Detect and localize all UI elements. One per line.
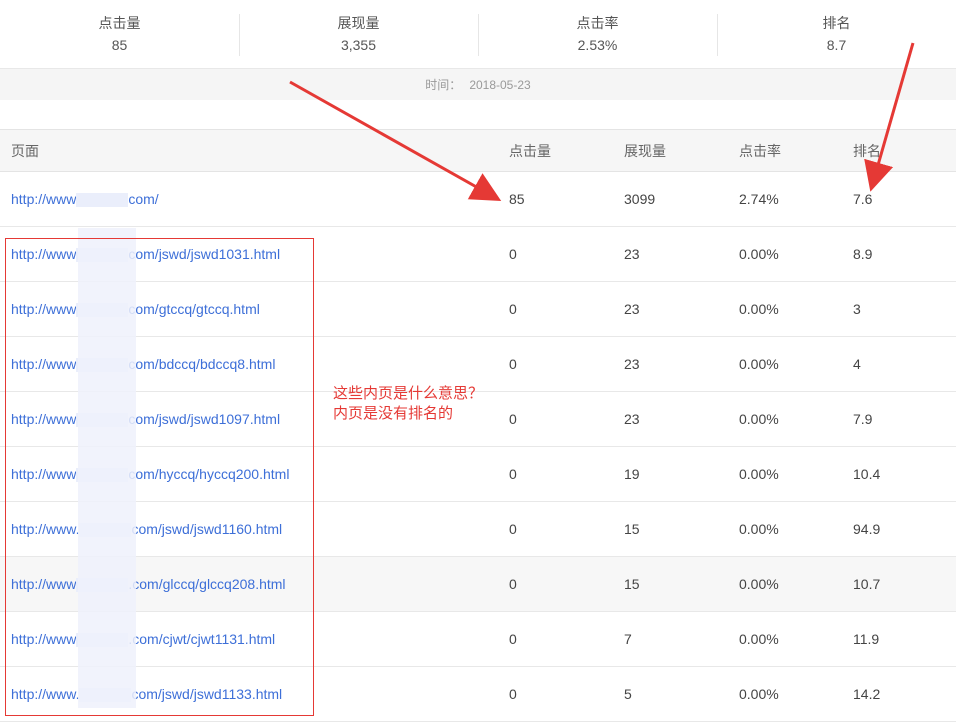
stat-ctr: 点击率 2.53% — [478, 0, 717, 68]
annotation-line-1: 这些内页是什么意思？ — [333, 385, 484, 402]
clicks-cell: 0 — [509, 576, 517, 592]
rank-cell: 3 — [853, 301, 861, 317]
clicks-cell: 0 — [509, 466, 517, 482]
rank-cell: 7.9 — [853, 411, 873, 427]
impressions-cell: 23 — [624, 301, 640, 317]
clicks-cell: 85 — [509, 191, 525, 207]
stat-clicks: 点击量 85 — [0, 0, 239, 68]
annotation-line-2: 内页是没有排名的 — [333, 405, 454, 422]
highlight-box — [5, 238, 314, 716]
table-row: http://www com/85 3099 2.74% 7.6 — [0, 172, 956, 227]
url-prefix: http://www — [11, 190, 77, 207]
clicks-cell: 0 — [509, 686, 517, 702]
header-rank[interactable]: 排名 — [853, 141, 881, 161]
impressions-cell: 15 — [624, 576, 640, 592]
stat-value: 85 — [111, 37, 128, 53]
date-label: 时间： — [425, 78, 462, 92]
ctr-cell: 0.00% — [739, 631, 779, 647]
stat-rank: 排名 8.7 — [717, 0, 956, 68]
stat-impressions: 展现量 3,355 — [239, 0, 478, 68]
impressions-cell: 5 — [624, 686, 632, 702]
stat-value: 3,355 — [340, 37, 377, 53]
table-header: 页面 点击量 展现量 点击率 排名 — [0, 129, 956, 172]
redacted-domain — [76, 193, 129, 208]
ctr-cell: 0.00% — [739, 466, 779, 482]
header-page[interactable]: 页面 — [11, 141, 39, 161]
page-cell: http://www com/ — [11, 190, 159, 208]
summary-stats: 点击量 85 展现量 3,355 点击率 2.53% 排名 8.7 — [0, 0, 956, 68]
rank-cell: 7.6 — [853, 191, 873, 207]
impressions-cell: 19 — [624, 466, 640, 482]
rank-cell: 11.9 — [853, 631, 880, 647]
stat-label: 点击率 — [576, 15, 619, 31]
ctr-cell: 0.00% — [739, 246, 779, 262]
stat-value: 8.7 — [826, 37, 847, 53]
stat-value: 2.53% — [577, 37, 618, 53]
clicks-cell: 0 — [509, 411, 517, 427]
clicks-cell: 0 — [509, 521, 517, 537]
date-value: 2018-05-23 — [469, 77, 531, 92]
rank-cell: 4 — [853, 356, 861, 372]
header-impressions[interactable]: 展现量 — [624, 141, 666, 161]
stat-label: 点击量 — [98, 15, 141, 31]
impressions-cell: 3099 — [624, 191, 656, 207]
page-url-link[interactable]: http://www com/ — [11, 190, 159, 208]
rank-cell: 14.2 — [853, 686, 881, 702]
impressions-cell: 7 — [624, 631, 632, 647]
rank-cell: 10.4 — [853, 466, 881, 482]
impressions-cell: 23 — [624, 246, 640, 262]
ctr-cell: 0.00% — [739, 356, 779, 372]
stat-label: 排名 — [822, 15, 851, 31]
rank-cell: 8.9 — [853, 246, 873, 262]
clicks-cell: 0 — [509, 356, 517, 372]
header-ctr[interactable]: 点击率 — [739, 141, 781, 161]
url-suffix: com/ — [128, 190, 159, 207]
ctr-cell: 0.00% — [739, 521, 779, 537]
impressions-cell: 15 — [624, 521, 640, 537]
ctr-cell: 0.00% — [739, 411, 779, 427]
clicks-cell: 0 — [509, 246, 517, 262]
ctr-cell: 0.00% — [739, 686, 779, 702]
ctr-cell: 0.00% — [739, 576, 779, 592]
clicks-cell: 0 — [509, 301, 517, 317]
rank-cell: 94.9 — [853, 521, 881, 537]
ctr-cell: 2.74% — [739, 191, 779, 207]
date-line: 时间： 2018-05-23 — [0, 68, 956, 100]
impressions-cell: 23 — [624, 356, 640, 372]
impressions-cell: 23 — [624, 411, 640, 427]
ctr-cell: 0.00% — [739, 301, 779, 317]
rank-cell: 10.7 — [853, 576, 881, 592]
stat-label: 展现量 — [337, 15, 380, 31]
clicks-cell: 0 — [509, 631, 517, 647]
header-clicks[interactable]: 点击量 — [509, 141, 551, 161]
annotation-note: 这些内页是什么意思？ 内页是没有排名的 — [333, 384, 483, 424]
